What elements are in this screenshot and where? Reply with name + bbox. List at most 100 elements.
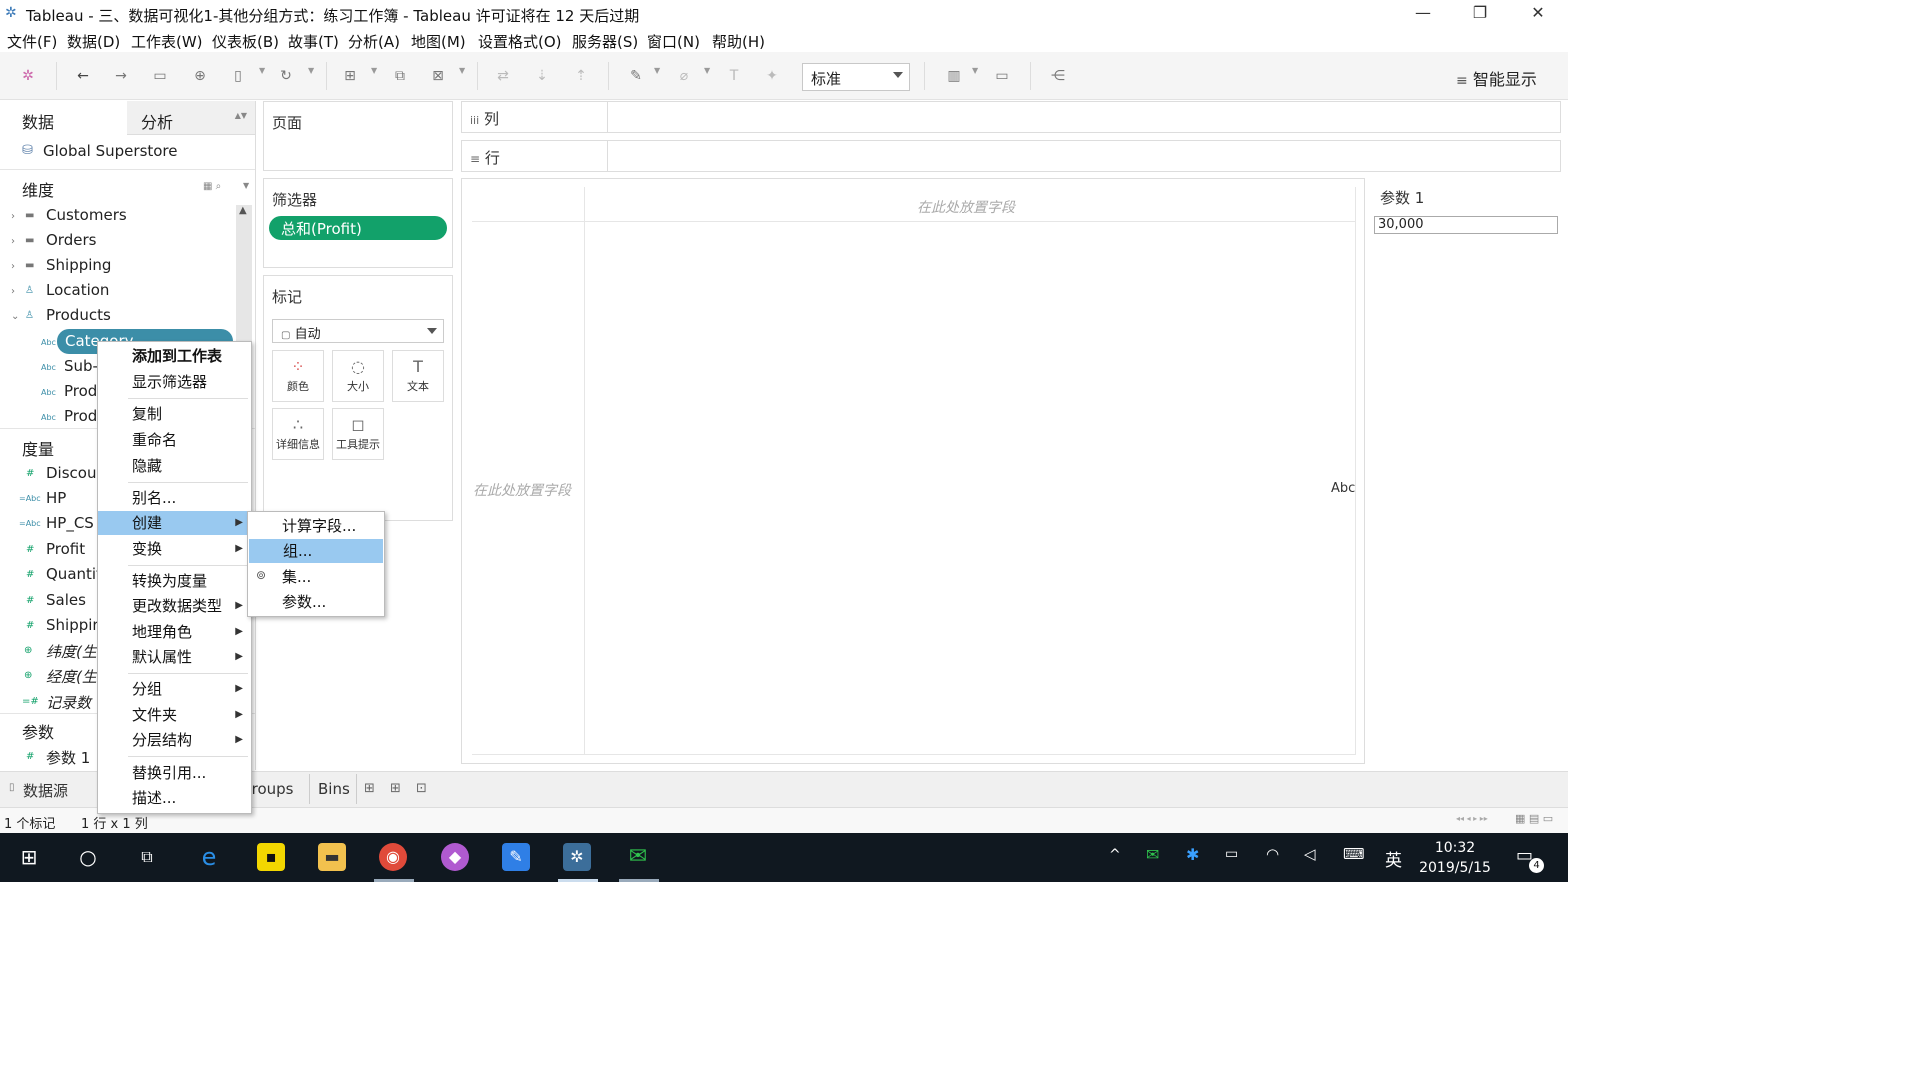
mark-type-select[interactable]: ▢ 自动 xyxy=(272,319,444,343)
ime-indicator[interactable]: 英 xyxy=(1385,846,1402,871)
menu-change-data-type[interactable]: 更改数据类型 ▶ xyxy=(98,594,251,618)
drop-field-hint-rows[interactable]: 在此处放置字段 xyxy=(473,480,571,500)
menu-convert-to-measure[interactable]: 转换为度量 xyxy=(98,569,251,593)
menu-replace-references[interactable]: 替换引用... xyxy=(98,761,251,785)
menu-rename[interactable]: 重命名 xyxy=(98,428,251,452)
menu-format[interactable]: 设置格式(O) xyxy=(478,31,562,52)
show-me-button[interactable]: ≡ 智能显示 xyxy=(1456,66,1537,90)
menu-geographic-role[interactable]: 地理角色 ▶ xyxy=(98,620,251,644)
feishu-icon[interactable]: ✎ xyxy=(502,843,530,871)
filter-pill-profit[interactable]: 总和(Profit) xyxy=(269,216,447,240)
keyboard-icon[interactable]: ⌨ xyxy=(1343,845,1365,863)
menu-file[interactable]: 文件(F) xyxy=(7,31,57,52)
menu-default-properties[interactable]: 默认属性 ▶ xyxy=(98,645,251,669)
menu-aliases[interactable]: 别名... xyxy=(98,486,251,510)
drop-field-hint-columns[interactable]: 在此处放置字段 xyxy=(917,197,1015,217)
maps-app-icon[interactable]: ◆ xyxy=(441,843,469,871)
chevron-down-icon[interactable]: ▼ xyxy=(371,66,377,75)
chevron-down-icon[interactable]: ▼ xyxy=(308,66,314,75)
dimension-shipping[interactable]: Shipping xyxy=(46,256,111,274)
field-product-id[interactable]: Prod xyxy=(64,382,97,400)
abc-mark[interactable]: Abc xyxy=(1331,481,1355,496)
save-icon[interactable]: ▭ xyxy=(150,66,170,86)
sort-descending-icon[interactable]: ⇡ xyxy=(571,66,591,86)
measure-quantity[interactable]: Quantit xyxy=(46,565,102,583)
edge-icon[interactable]: e xyxy=(195,843,223,871)
presentation-icon[interactable]: ▭ xyxy=(992,66,1012,86)
parameter-1[interactable]: 参数 1 xyxy=(46,747,90,768)
battery-icon[interactable]: ▭ xyxy=(1225,846,1238,862)
menu-window[interactable]: 窗口(N) xyxy=(647,31,700,52)
menu-dashboard[interactable]: 仪表板(B) xyxy=(212,31,279,52)
fit-select[interactable]: 标准 xyxy=(802,63,910,91)
new-worksheet-icon[interactable]: ⊞ xyxy=(364,781,375,796)
measure-profit[interactable]: Profit xyxy=(46,540,85,558)
chevron-up-icon[interactable]: ▲ xyxy=(239,205,247,216)
dimension-customers[interactable]: Customers xyxy=(46,206,127,224)
datasource-name[interactable]: Global Superstore xyxy=(43,142,178,160)
menu-story[interactable]: 故事(T) xyxy=(288,31,339,52)
chevron-down-icon[interactable]: ▼ xyxy=(704,66,710,75)
menu-worksheet[interactable]: 工作表(W) xyxy=(131,31,203,52)
chevron-right-icon[interactable]: › xyxy=(11,286,15,297)
chevron-down-icon[interactable]: ▼ xyxy=(459,66,465,75)
sticky-notes-icon[interactable]: ▪ xyxy=(257,843,285,871)
tab-data[interactable]: 数据 xyxy=(0,101,126,135)
wechat-icon[interactable]: ✉ xyxy=(624,843,652,871)
menu-hierarchy[interactable]: 分层结构 ▶ xyxy=(98,728,251,752)
menu-map[interactable]: 地图(M) xyxy=(411,31,466,52)
text-button[interactable]: T 文本 xyxy=(392,350,444,402)
menu-copy[interactable]: 复制 xyxy=(98,402,251,426)
new-datasource-icon[interactable]: ⊕ xyxy=(190,66,210,86)
submenu-calculated-field[interactable]: 计算字段... xyxy=(248,514,384,538)
chevron-right-icon[interactable]: › xyxy=(11,261,15,272)
cortana-icon[interactable]: ○ xyxy=(74,843,102,871)
menu-data[interactable]: 数据(D) xyxy=(67,31,120,52)
wifi-icon[interactable]: ◠ xyxy=(1266,845,1279,863)
chevron-down-icon[interactable]: ▼ xyxy=(259,66,265,75)
dimension-location[interactable]: Location xyxy=(46,281,109,299)
parameter-value-input[interactable]: 30,000 xyxy=(1374,216,1558,234)
submenu-set[interactable]: 集... xyxy=(248,565,384,589)
file-explorer-icon[interactable]: ▬ xyxy=(318,843,346,871)
view-mode-icons[interactable]: ▦ ▤ ▭ xyxy=(1515,812,1553,825)
menu-hide[interactable]: 隐藏 xyxy=(98,454,251,478)
pause-updates-icon[interactable]: ▯ xyxy=(228,66,248,86)
menu-folder[interactable]: 文件夹 ▶ xyxy=(98,703,251,727)
redo-icon[interactable]: → xyxy=(111,66,131,86)
refresh-icon[interactable]: ↻ xyxy=(276,66,296,86)
tableau-taskbar-icon[interactable]: ✲ xyxy=(563,843,591,871)
measure-sales[interactable]: Sales xyxy=(46,591,86,609)
show-cards-icon[interactable]: ▥ xyxy=(944,66,964,86)
tab-analysis[interactable]: 分析 ▲▼ xyxy=(127,101,255,135)
labels-icon[interactable]: T xyxy=(724,66,744,86)
group-icon[interactable]: ⌀ xyxy=(674,66,694,86)
field-product-name[interactable]: Prod xyxy=(64,407,97,425)
wechat-tray-icon[interactable]: ✉ xyxy=(1146,845,1159,864)
submenu-group[interactable]: 组... xyxy=(249,539,383,563)
measure-longitude[interactable]: 经度(生 xyxy=(46,666,97,687)
rows-shelf[interactable]: ≡ 行 xyxy=(461,140,1561,172)
minimize-button[interactable]: — xyxy=(1398,3,1448,25)
chevron-down-icon[interactable]: ⌄ xyxy=(11,311,19,322)
new-worksheet-icon[interactable]: ⊞ xyxy=(340,66,360,86)
sheet-nav-icons[interactable]: ◂◂ ◂ ▸ ▸▸ xyxy=(1456,814,1488,823)
chevron-right-icon[interactable]: › xyxy=(11,211,15,222)
size-button[interactable]: ◌ 大小 xyxy=(332,350,384,402)
system-clock[interactable]: 10:32 2019/5/15 xyxy=(1410,838,1500,878)
columns-shelf[interactable]: iii 列 xyxy=(461,101,1561,133)
close-button[interactable]: ✕ xyxy=(1513,3,1563,25)
chevron-down-icon[interactable]: ▼ xyxy=(972,66,978,75)
measure-discount[interactable]: Discou xyxy=(46,464,96,482)
chevron-right-icon[interactable]: › xyxy=(11,236,15,247)
menu-add-to-sheet[interactable]: 添加到工作表 xyxy=(98,344,251,368)
chevron-down-icon[interactable]: ▼ xyxy=(654,66,660,75)
new-story-icon[interactable]: ⊡ xyxy=(416,781,427,796)
menu-server[interactable]: 服务器(S) xyxy=(572,31,638,52)
pages-card[interactable]: 页面 xyxy=(263,101,453,171)
measure-hp[interactable]: HP xyxy=(46,489,66,507)
volume-icon[interactable]: ◁ xyxy=(1304,845,1316,863)
tableau-home-icon[interactable]: ✲ xyxy=(18,66,38,86)
chevron-down-icon[interactable]: ▼ xyxy=(243,181,249,190)
chevron-up-icon[interactable]: ^ xyxy=(1109,847,1121,863)
